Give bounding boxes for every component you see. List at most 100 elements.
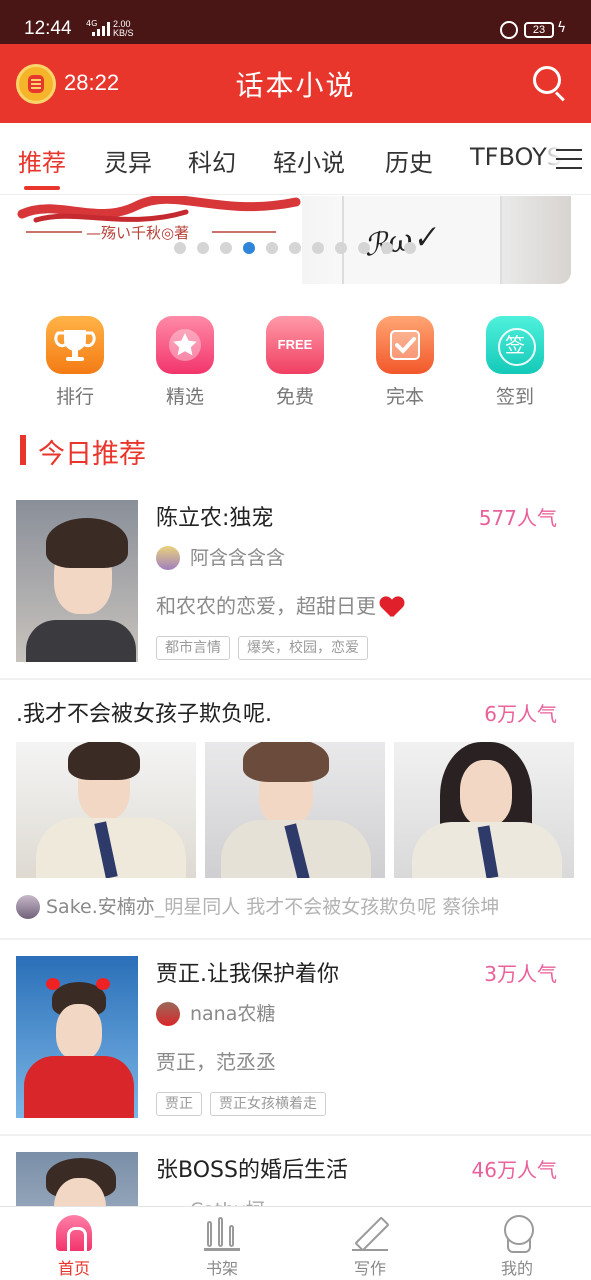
book-card[interactable]: 贾正.让我保护着你 3万人气 nana农糖 贾正，范丞丞 贾正 贾正女孩横着走	[0, 940, 591, 1134]
banner-carousel[interactable]: —殇い千秋◎著 ℛω✓	[16, 196, 571, 284]
book-cover	[16, 500, 138, 662]
featured-label: 精选	[165, 386, 204, 408]
section-marker	[20, 435, 26, 465]
tag[interactable]: 都市言情	[156, 636, 230, 660]
carousel-dot[interactable]	[289, 242, 301, 254]
author-name[interactable]: 阿含含含含	[190, 543, 285, 570]
carousel-dot[interactable]	[220, 242, 232, 254]
author-avatar[interactable]	[16, 895, 40, 919]
ranking-entry[interactable]: 排行	[35, 316, 115, 409]
ranking-label: 排行	[55, 386, 94, 408]
carousel-dot[interactable]	[174, 242, 186, 254]
tab-light-novel[interactable]: 轻小说	[273, 143, 345, 178]
book-card[interactable]: 张BOSS的婚后生活 46万人气 Cathy坷	[0, 1136, 591, 1206]
heart-icon	[380, 597, 404, 619]
tag[interactable]: 爆笑，校园，恋爱	[238, 636, 368, 660]
banner-photo: ℛω✓	[302, 196, 571, 284]
check-icon	[376, 316, 434, 374]
sign-in-entry[interactable]: 签 签到	[475, 316, 555, 409]
search-icon[interactable]	[533, 66, 567, 102]
book-image	[394, 742, 574, 878]
book-meta-text: _明星同人 我才不会被女孩欺负呢 蔡徐坤	[154, 896, 500, 918]
book-card[interactable]: .我才不会被女孩子欺负呢. 6万人气 Sake.安楠亦_明星同人 我才不会被女孩…	[0, 680, 591, 938]
section-title: 今日推荐	[38, 439, 146, 470]
tag[interactable]: 贾正	[156, 1092, 202, 1116]
free-icon-text: FREE	[277, 337, 313, 352]
book-image	[16, 742, 196, 878]
free-label: 免费	[275, 386, 314, 408]
free-icon: FREE	[266, 316, 324, 374]
app-header: 28:22 话本小说	[0, 44, 591, 123]
net-speed-unit: KB/S	[113, 28, 134, 38]
book-title: .我才不会被女孩子欺负呢.	[16, 702, 272, 727]
bottom-navigation: 首页 书架 写作 我的	[0, 1206, 591, 1280]
author-avatar[interactable]	[156, 546, 180, 570]
carousel-dot[interactable]	[335, 242, 347, 254]
author-name[interactable]: Sake.安楠亦	[46, 896, 155, 918]
banner-subtitle: —殇い千秋◎著	[86, 224, 190, 242]
nav-profile-label: 我的	[500, 1259, 533, 1278]
free-entry[interactable]: FREE 免费	[255, 316, 335, 409]
book-image	[205, 742, 385, 878]
carousel-dot-active[interactable]	[243, 242, 255, 254]
tab-scifi[interactable]: 科幻	[188, 143, 236, 178]
profile-icon	[499, 1215, 535, 1253]
popularity-count: 3万人气	[484, 962, 557, 986]
star-icon	[156, 316, 214, 374]
carousel-dot[interactable]	[266, 242, 278, 254]
carousel-dot[interactable]	[404, 242, 416, 254]
book-title: 张BOSS的婚后生活	[156, 1158, 348, 1183]
popularity-count: 46万人气	[471, 1158, 557, 1182]
carousel-dot[interactable]	[358, 242, 370, 254]
tag-list: 贾正 贾正女孩横着走	[156, 1092, 334, 1116]
author-avatar[interactable]	[156, 1002, 180, 1026]
net-speed: 2.00 KB/S	[113, 20, 134, 38]
nav-home-label: 首页	[57, 1259, 90, 1278]
tag[interactable]: 贾正女孩横着走	[210, 1092, 326, 1116]
book-description: 和农农的恋爱，超甜日更	[156, 590, 404, 619]
signal-icon	[92, 22, 110, 36]
nav-write-label: 写作	[353, 1259, 386, 1278]
category-tabs: 推荐 灵异 科幻 轻小说 历史 TFBOYS	[0, 123, 591, 195]
book-description: 贾正，范丞丞	[156, 1050, 276, 1074]
carousel-dot[interactable]	[197, 242, 209, 254]
book-meta: Sake.安楠亦_明星同人 我才不会被女孩欺负呢 蔡徐坤	[16, 890, 499, 920]
tab-recommend[interactable]: 推荐	[18, 143, 66, 178]
book-title: 陈立农:独宠	[156, 506, 274, 531]
book-cover	[16, 956, 138, 1118]
nav-write[interactable]: 写作	[296, 1207, 444, 1280]
sign-in-icon: 签	[486, 316, 544, 374]
pen-icon	[352, 1215, 388, 1251]
status-bar: 12:44 4G 2.00 KB/S 23 ϟ	[0, 0, 591, 44]
rotation-lock-icon	[500, 21, 518, 39]
completed-entry[interactable]: 完本	[365, 316, 445, 409]
nav-home[interactable]: 首页	[0, 1207, 148, 1280]
nav-bookshelf-label: 书架	[205, 1259, 238, 1278]
completed-label: 完本	[385, 386, 424, 408]
app-title: 话本小说	[235, 69, 356, 102]
tab-menu-button[interactable]	[548, 123, 591, 194]
home-icon	[56, 1215, 92, 1254]
nav-profile[interactable]: 我的	[443, 1207, 591, 1280]
status-time: 12:44	[24, 18, 72, 39]
featured-entry[interactable]: 精选	[145, 316, 225, 409]
tab-history[interactable]: 历史	[385, 143, 433, 178]
sign-in-label: 签到	[495, 386, 534, 408]
sign-in-icon-text: 签	[486, 316, 544, 374]
carousel-dot[interactable]	[312, 242, 324, 254]
menu-icon	[556, 149, 582, 169]
tag-list: 都市言情 爆笑，校园，恋爱	[156, 636, 376, 660]
author-name[interactable]: Cathy坷	[190, 1195, 265, 1206]
book-description-text: 和农农的恋爱，超甜日更	[156, 594, 376, 618]
book-card[interactable]: 陈立农:独宠 577人气 阿含含含含 和农农的恋爱，超甜日更 都市言情 爆笑，校园…	[0, 484, 591, 678]
nav-bookshelf[interactable]: 书架	[148, 1207, 296, 1280]
book-cover	[16, 1152, 138, 1206]
popularity-count: 577人气	[478, 506, 557, 530]
quick-entry-row: 排行 精选 FREE 免费 完本 签 签到	[0, 316, 591, 416]
carousel-dot[interactable]	[381, 242, 393, 254]
tab-supernatural[interactable]: 灵异	[104, 143, 152, 178]
battery-icon: 23	[524, 22, 554, 38]
bookshelf-icon	[204, 1215, 240, 1251]
charging-icon: ϟ	[557, 20, 567, 36]
author-name[interactable]: nana农糖	[190, 999, 275, 1026]
